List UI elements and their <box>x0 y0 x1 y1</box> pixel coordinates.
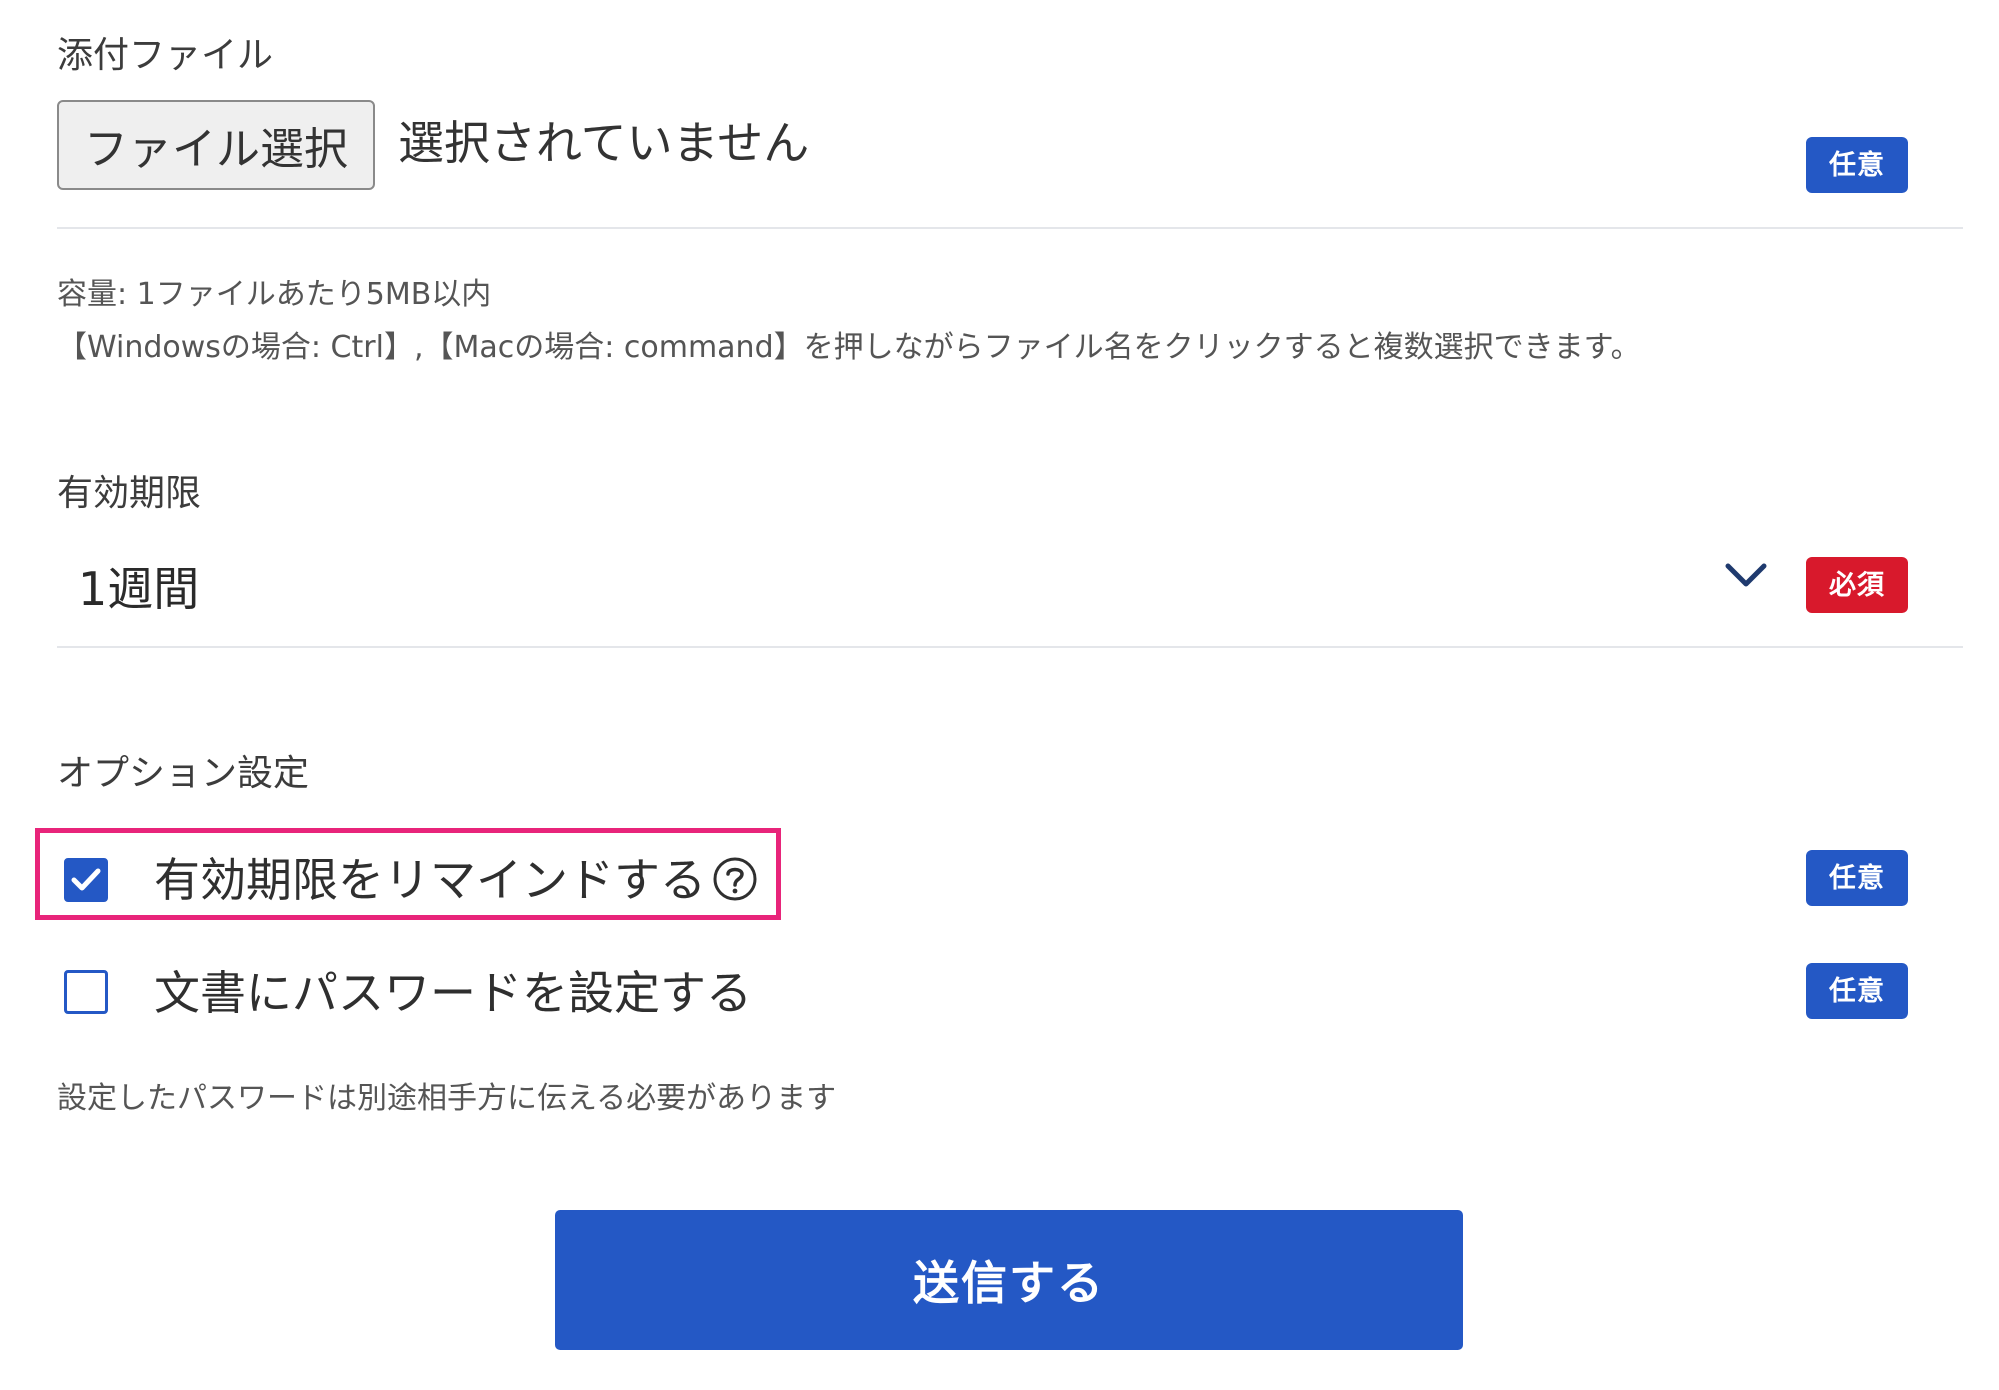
divider-expiry <box>57 646 1963 648</box>
remind-expiry-checkbox[interactable] <box>64 858 108 902</box>
remind-expiry-label[interactable]: 有効期限をリマインドする <box>154 857 706 903</box>
question-circle-icon[interactable] <box>712 856 758 902</box>
submit-button[interactable]: 送信する <box>555 1210 1463 1350</box>
password-checkbox[interactable] <box>64 970 108 1014</box>
required-badge-expiry: 必須 <box>1806 557 1908 613</box>
optional-badge-password: 任意 <box>1806 963 1908 1019</box>
expiry-select[interactable] <box>57 535 1757 635</box>
options-label: オプション設定 <box>57 753 310 794</box>
chevron-down-icon[interactable] <box>1724 560 1768 590</box>
expiry-label: 有効期限 <box>57 473 202 514</box>
password-note: 設定したパスワードは別途相手方に伝える必要があります <box>57 1081 837 1116</box>
multi-select-help-text: 【Windowsの場合: Ctrl】,【Macの場合: command】を押しな… <box>57 330 1641 365</box>
checkmark-icon <box>71 868 101 891</box>
file-status-text: 選択されていません <box>398 116 810 170</box>
optional-badge-remind: 任意 <box>1806 850 1908 906</box>
password-label[interactable]: 文書にパスワードを設定する <box>154 970 752 1016</box>
attachment-label: 添付ファイル <box>57 35 274 76</box>
divider-attachment <box>57 227 1963 229</box>
optional-badge-attachment: 任意 <box>1806 137 1908 193</box>
file-select-button[interactable]: ファイル選択 <box>57 100 375 190</box>
file-size-help-text: 容量: 1ファイルあたり5MB以内 <box>57 277 492 312</box>
expiry-select-value: 1週間 <box>78 562 200 616</box>
